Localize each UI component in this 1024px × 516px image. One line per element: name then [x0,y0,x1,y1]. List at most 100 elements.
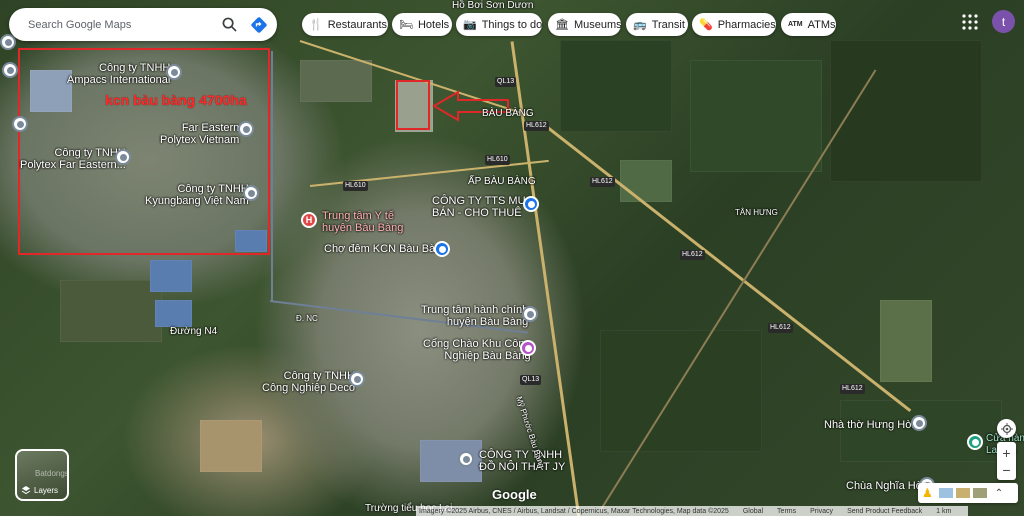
highway-label-hl612: HL612 [680,250,705,260]
feedback-link[interactable]: Send Product Feedback [847,508,922,515]
place-label-fareastern[interactable]: Far Eastern Polytex Vietnam [160,122,239,146]
scale-label[interactable]: 1 km [936,508,951,515]
thumbnail-icon[interactable] [972,488,987,498]
place-label-pagoda[interactable]: Chùa Nghĩa Hòa [846,480,928,492]
google-logo: Google [492,487,537,502]
chip-label: ATMs [807,18,836,31]
place-pin-admin[interactable] [522,306,538,322]
place-label-church[interactable]: Nhà thờ Hưng Hòa [824,419,917,431]
chip-label: Transit [651,18,685,31]
field [200,420,262,472]
museum-icon: 🏛 [555,19,569,31]
directions-icon[interactable] [247,13,271,37]
hospital-pin-icon[interactable]: H [301,212,317,228]
highway-label-hl612: HL612 [524,121,549,131]
apps-grid-icon[interactable] [962,14,978,35]
chip-label: Hotels [417,18,450,31]
place-label-admin[interactable]: Trung tâm hành chính huyện Bàu Bàng [421,304,528,328]
place-label-top: Hồ Bơi Sơn Dươn [452,0,534,11]
place-label-baubang: BÀU BÀNG [482,108,534,119]
attribution-bar: Imagery ©2025 Airbus, CNES / Airbus, Lan… [416,506,969,516]
store-pin-icon[interactable] [967,434,983,450]
highway-label-hl610: HL610 [485,155,510,165]
field [155,300,192,327]
bus-icon: 🚌 [633,19,647,31]
chip-atms[interactable]: ATM ATMs [781,13,836,36]
road-internal [271,51,273,301]
highway-label-hl612: HL612 [840,384,865,394]
place-label-polytex[interactable]: Công ty TNHH Polytex Far Eastern... [20,147,126,171]
highway-label-ql13: QL13 [520,375,542,385]
highway-label-hl612: HL612 [590,177,615,187]
privacy-link[interactable]: Privacy [810,508,833,515]
my-location-icon[interactable] [997,419,1016,438]
place-label-furniture[interactable]: CÔNG TY TNHH ĐỒ NỘI THẤT JY [479,449,565,473]
place-label-kyungbang[interactable]: Công ty TNHH Kyungbang Việt Nam [145,183,249,207]
place-label-market[interactable]: Chợ đêm KCN Bàu Bàng [324,243,447,255]
field [840,400,1002,462]
chip-things-to-do[interactable]: 📷 Things to do [456,13,542,36]
imagery-strip[interactable]: ♟ ⌃ [918,483,1018,503]
chip-restaurants[interactable]: 🍴 Restaurants [302,13,388,36]
layers-icon [21,486,31,495]
account-avatar[interactable]: t [992,10,1015,33]
field [620,160,672,202]
atm-icon: ATM [788,21,803,28]
place-pin-deco[interactable] [349,371,365,387]
map-canvas[interactable]: QL13 HL612 HL610 HL610 HL612 HL612 HL612… [0,0,1024,516]
terms-link[interactable]: Terms [777,508,796,515]
layers-label: Layers [34,485,59,495]
bed-icon: 🛏 [399,19,413,31]
chip-museums[interactable]: 🏛 Museums [548,13,622,36]
place-label-deco[interactable]: Công ty TNHH Công Nghiệp Deco [262,370,355,394]
chip-transit[interactable]: 🚌 Transit [626,13,688,36]
search-box[interactable]: Search Google Maps [9,8,277,41]
place-label-hospital[interactable]: Trung tâm Y tế huyện Bàu Bàng [322,210,403,234]
field [830,40,982,182]
place-pin-polytex[interactable] [115,149,131,165]
business-pin-icon[interactable] [523,196,539,212]
pegman-icon[interactable]: ♟ [922,486,933,500]
road-label-nc: Đ. NC [296,314,318,323]
highway-label-hl610: HL610 [343,181,368,191]
global-link[interactable]: Global [743,508,763,515]
place-pin-fareastern[interactable] [238,121,254,137]
place-pin-kyungbang[interactable] [243,185,259,201]
field [60,280,162,342]
field [880,300,932,382]
annotation-label: kcn bàu bàng 4700ha [105,92,247,108]
landmark-pin-icon[interactable] [520,340,536,356]
chevron-up-icon[interactable]: ⌃ [995,488,1003,499]
thumbnail-icon[interactable] [938,488,953,498]
place-pin-edge[interactable] [2,62,18,78]
imagery-credit: Imagery ©2025 Airbus, CNES / Airbus, Lan… [419,507,729,515]
highway-label-hl612: HL612 [768,323,793,333]
chip-pharmacies[interactable]: 💊 Pharmacies [692,13,776,36]
place-pin-ampacs[interactable] [166,64,182,80]
field [600,330,762,452]
field [300,60,372,102]
road-label-n4: Đường N4 [170,326,218,337]
place-pin-edge[interactable] [12,116,28,132]
place-label-gate[interactable]: Cổng Chào Khu Công Nghiệp Bàu Bàng [423,338,531,362]
search-input[interactable]: Search Google Maps [9,19,217,31]
place-label-ampacs[interactable]: Công ty TNHH Ampacs International [67,62,170,86]
thumbnail-icon[interactable] [955,488,970,498]
chip-label: Museums [573,18,622,31]
shopping-pin-icon[interactable] [434,241,450,257]
church-pin-icon[interactable] [911,415,927,431]
chip-hotels[interactable]: 🛏 Hotels [392,13,452,36]
pill-icon: 💊 [699,19,713,31]
zoom-control[interactable]: + − [997,442,1016,480]
place-pin-furniture[interactable] [458,451,474,467]
annotation-box-target [396,80,430,130]
layers-button[interactable]: Batdongsan Layers [15,449,69,501]
fork-knife-icon: 🍴 [309,19,323,31]
zoom-out-icon[interactable]: − [1002,462,1010,478]
highway-label-ql13: QL13 [495,77,517,87]
chip-label: Things to do [481,18,543,31]
place-label-tts[interactable]: CÔNG TY TTS MUA BÁN - CHO THUÊ [432,195,533,219]
field [690,60,822,172]
zoom-in-icon[interactable]: + [1002,444,1010,462]
search-icon[interactable] [217,13,241,37]
